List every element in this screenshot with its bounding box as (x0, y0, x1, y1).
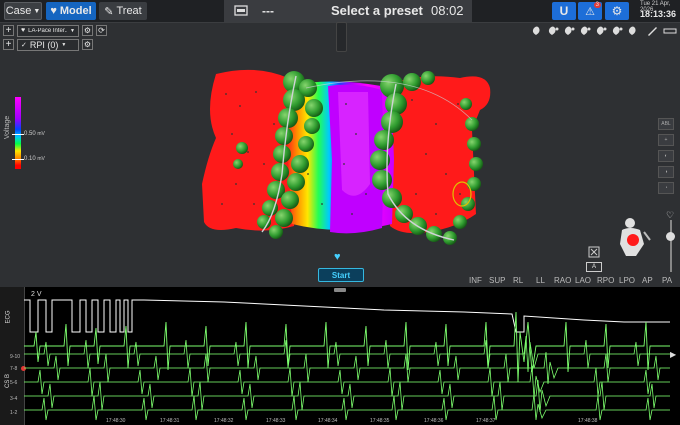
view-lpo[interactable]: LPO (619, 276, 635, 285)
tag-icon: ✓ (21, 41, 27, 49)
magnet-button[interactable]: U (552, 2, 576, 20)
view-lao[interactable]: LAO (575, 276, 591, 285)
cs-channel-4: 3-4 (10, 396, 18, 402)
cs-channel-3: 5-6 (10, 380, 18, 386)
scale-low-value: 0.10 (24, 156, 36, 162)
time-5: 17:48:34 (318, 418, 338, 424)
time-8: 17:48:37 (476, 418, 496, 424)
time-4: 17:48:33 (266, 418, 286, 424)
cs-trace-5 (24, 393, 670, 421)
voltage-axis-label: Voltage (4, 115, 12, 140)
heart-icon: ♥ (50, 5, 57, 17)
cs-trace-2 (24, 351, 670, 385)
time-1: 17:48:30 (106, 418, 126, 424)
zoom-slider-knob[interactable] (666, 232, 675, 241)
add-map-button[interactable]: + (3, 25, 14, 36)
model-label: Model (59, 5, 92, 17)
patient-orientation-icon[interactable] (614, 216, 656, 258)
time-6: 17:48:35 (370, 418, 390, 424)
cs-channel-2: 7-8 (10, 366, 18, 372)
purple-core-light (338, 92, 370, 196)
scale-tick-high (12, 134, 24, 135)
preset-dashes: --- (262, 4, 274, 18)
scale-high-unit: mV (37, 131, 45, 137)
view-pa[interactable]: PA (662, 276, 672, 285)
gear-icon: ⚙ (611, 4, 623, 18)
magnet-icon: U (559, 4, 569, 18)
bed-icon (234, 5, 248, 16)
heart-rate-icon: ♥ (334, 251, 341, 263)
layer-settings-button[interactable]: ⚙ (82, 39, 93, 50)
notifications-button[interactable]: ⚠ 3 (578, 2, 602, 20)
ecg-trace (24, 311, 670, 383)
add-layer-button[interactable]: + (3, 39, 14, 50)
view-inf[interactable]: INF (469, 276, 482, 285)
case-label: Case (5, 5, 32, 17)
cs-trace-1 (24, 335, 670, 373)
scale-high-value: 0.50 (24, 131, 36, 137)
layer-select[interactable]: ✓ RPI (0) ▼ (17, 38, 79, 51)
map-row-2: + ✓ RPI (0) ▼ ⚙ (3, 38, 93, 51)
cs-channel-1: 9-10 (10, 354, 21, 360)
ecg-traces (24, 299, 670, 421)
treat-tab[interactable]: ✎ Treat (99, 2, 147, 20)
time-3: 17:48:32 (214, 418, 234, 424)
refresh-button[interactable]: ⟳ (96, 25, 107, 36)
view-rao[interactable]: RAO (554, 276, 571, 285)
preset-label[interactable]: Select a preset (331, 3, 423, 18)
ecg-scroll-right-icon[interactable]: ▶ (670, 350, 676, 359)
case-button[interactable]: Case ▼ (4, 2, 42, 20)
start-label: Start (331, 270, 351, 280)
chevron-down-icon: ▼ (33, 7, 41, 15)
fit-view-icon[interactable] (588, 246, 600, 258)
model-tab[interactable]: ♥ Model (46, 2, 96, 20)
cs-channel-5: 1-2 (10, 410, 18, 416)
right-toolbar: ABL + ◐ ◑ ◔ (658, 118, 676, 198)
panel-handle[interactable] (336, 22, 347, 52)
abl-tool[interactable]: ABL (658, 118, 674, 130)
view-marker[interactable]: A (586, 262, 602, 272)
tool-5[interactable]: ◔ (658, 182, 674, 194)
cs-trace-3 (24, 365, 670, 399)
time-9: 17:48:38 (578, 418, 598, 424)
view-ap[interactable]: AP (642, 276, 653, 285)
view-rpo[interactable]: RPO (597, 276, 614, 285)
tool-4[interactable]: ◑ (658, 166, 674, 178)
view-ll[interactable]: LL (536, 276, 545, 285)
view-sup[interactable]: SUP (489, 276, 505, 285)
tool-3[interactable]: ◐ (658, 150, 674, 162)
pacing-trace (24, 299, 670, 333)
layer-select-label: RPI (0) (29, 39, 59, 50)
zoom-slider[interactable] (670, 220, 672, 272)
cardiac-3d-map[interactable] (196, 64, 501, 258)
cs-trace-4 (24, 379, 670, 413)
ecg-label: ECG (5, 310, 12, 324)
view-rl[interactable]: RL (513, 276, 523, 285)
map-select[interactable]: ♥ LA-Pace Inter... ▼ (17, 24, 79, 37)
heart-icon: ♥ (21, 27, 26, 34)
chevron-down-icon: ▼ (61, 41, 67, 48)
procedure-timer: 08:02 (431, 3, 464, 18)
scale-low-label: 0.10 mV (24, 156, 45, 162)
heart-outline-icon: ♡ (666, 210, 675, 220)
settings-button[interactable]: ⚙ (605, 2, 629, 20)
scale-low-unit: mV (37, 156, 45, 162)
wand-icon: ✎ (104, 5, 114, 18)
start-button[interactable]: Start (318, 268, 364, 282)
map-select-label: LA-Pace Inter... (28, 27, 68, 34)
tool-2[interactable]: + (658, 134, 674, 146)
display-toggle-icons[interactable] (530, 25, 678, 37)
chevron-down-icon: ▼ (70, 27, 75, 34)
clock: 18:13:36 (640, 9, 677, 19)
treat-label: Treat (116, 5, 142, 17)
time-7: 17:48:36 (424, 418, 444, 424)
map-row-1: + ♥ LA-Pace Inter... ▼ ⚙ ⟳ (3, 24, 107, 37)
map-settings-button[interactable]: ⚙ (82, 25, 93, 36)
notification-badge: 3 (593, 2, 601, 8)
scale-high-label: 0.50 mV (24, 131, 45, 137)
scale-tick-low (12, 159, 24, 160)
time-2: 17:48:31 (160, 418, 180, 424)
